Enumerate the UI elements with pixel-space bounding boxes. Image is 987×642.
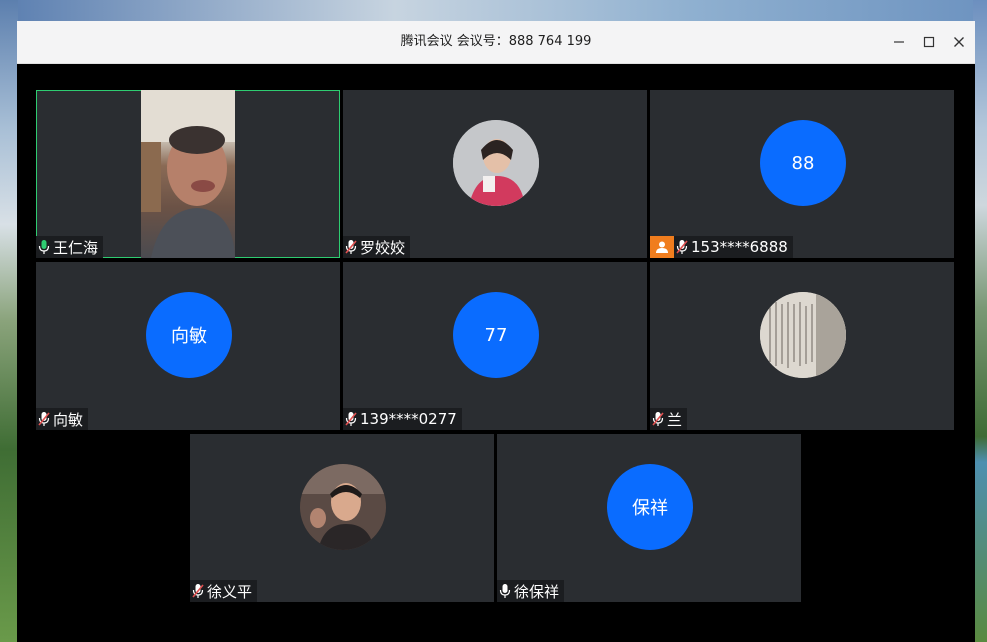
microphone-muted-icon (676, 240, 688, 254)
participant-tile[interactable]: 罗姣姣 (343, 90, 647, 258)
participant-name-label: 罗姣姣 (343, 236, 411, 258)
participant-name: 徐义平 (207, 582, 253, 601)
microphone-muted-icon (652, 412, 664, 426)
participant-name: 153****6888 (691, 238, 788, 256)
meeting-window: 腾讯会议 会议号：888 764 199 王仁海 罗姣姣 88 153****6… (17, 21, 975, 642)
participant-name-label: 向敏 (36, 408, 89, 430)
participant-avatar-photo (300, 464, 386, 550)
user-icon (656, 241, 668, 253)
participant-avatar-initials: 向敏 (146, 292, 232, 378)
participant-avatar-photo (760, 292, 846, 378)
microphone-on-icon (499, 584, 511, 598)
video-feed (141, 90, 235, 258)
microphone-on-icon (38, 240, 50, 254)
close-icon (954, 37, 964, 47)
participant-name: 向敏 (53, 410, 84, 429)
title-bar[interactable]: 腾讯会议 会议号：888 764 199 (17, 21, 975, 64)
participant-name-label: 王仁海 (36, 236, 104, 258)
participant-name-label: 兰 (650, 408, 688, 430)
participant-name: 139****0277 (360, 410, 457, 428)
minimize-button[interactable] (884, 27, 914, 57)
microphone-muted-icon (345, 240, 357, 254)
maximize-button[interactable] (914, 27, 944, 57)
host-badge (650, 236, 674, 258)
participant-tile[interactable]: 88 153****6888 (650, 90, 954, 258)
participant-avatar-photo (453, 120, 539, 206)
desktop-background-left (0, 0, 18, 642)
participant-name: 徐保祥 (514, 582, 560, 601)
microphone-muted-icon (345, 412, 357, 426)
participant-tile[interactable]: 77 139****0277 (343, 262, 647, 430)
close-button[interactable] (944, 27, 974, 57)
participant-name-label: 徐义平 (190, 580, 258, 602)
participant-name-label: 徐保祥 (497, 580, 565, 602)
participant-tile[interactable]: 兰 (650, 262, 954, 430)
participant-tile[interactable]: 徐义平 (190, 434, 494, 602)
minimize-icon (894, 41, 904, 43)
participant-tile[interactable]: 王仁海 (36, 90, 340, 258)
participant-name-label: 153****6888 (674, 236, 793, 258)
participant-tile[interactable]: 保祥 徐保祥 (497, 434, 801, 602)
participant-avatar-initials: 保祥 (607, 464, 693, 550)
participant-name: 兰 (667, 410, 683, 429)
desktop-background-right (973, 0, 987, 642)
window-title: 腾讯会议 会议号：888 764 199 (400, 34, 592, 49)
participant-avatar-initials: 77 (453, 292, 539, 378)
maximize-icon (923, 36, 935, 48)
participant-name-label: 139****0277 (343, 408, 462, 430)
participant-name: 王仁海 (53, 238, 99, 257)
participant-avatar-initials: 88 (760, 120, 846, 206)
participant-tile[interactable]: 向敏 向敏 (36, 262, 340, 430)
microphone-muted-icon (38, 412, 50, 426)
microphone-muted-icon (192, 584, 204, 598)
participant-name: 罗姣姣 (360, 238, 406, 257)
desktop-background-top (0, 0, 987, 22)
